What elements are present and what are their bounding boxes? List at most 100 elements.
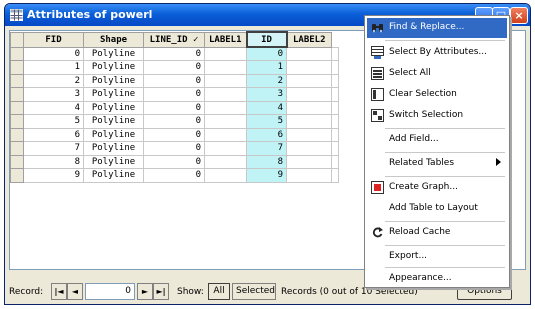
table-cell[interactable]: Polyline (83, 127, 144, 142)
table-cell[interactable]: 1 (23, 60, 84, 75)
column-header-id[interactable]: ID (245, 31, 288, 48)
table-cell[interactable] (204, 114, 247, 129)
table-cell[interactable]: 2 (23, 73, 84, 88)
table-row[interactable]: 2 Polyline 0 2 (10, 73, 339, 88)
table-row[interactable]: 6 Polyline 0 6 (10, 127, 339, 142)
row-selector[interactable] (10, 73, 24, 88)
table-cell[interactable]: 0 (143, 87, 205, 102)
row-selector[interactable] (10, 168, 24, 183)
menu-item-create-graph[interactable]: Create Graph... (367, 178, 507, 198)
row-selector[interactable] (10, 46, 24, 61)
table-cell[interactable]: 0 (143, 73, 205, 88)
table-cell[interactable]: 2 (246, 73, 287, 88)
table-cell[interactable] (286, 73, 332, 88)
menu-item-appearance[interactable]: Appearance... (367, 269, 507, 289)
table-cell[interactable]: 6 (23, 127, 84, 142)
table-cell[interactable] (286, 114, 332, 129)
close-button[interactable]: × (510, 7, 528, 24)
table-cell[interactable]: Polyline (83, 73, 144, 88)
table-cell[interactable]: 6 (246, 127, 287, 142)
menu-item-find-replace[interactable]: Find & Replace... (367, 18, 507, 38)
table-cell[interactable]: 9 (23, 168, 84, 183)
menu-item-select-all[interactable]: Select All (367, 64, 507, 84)
menu-item-add-table-to-layout[interactable]: Add Table to Layout (367, 199, 507, 219)
next-record-button[interactable]: ► (137, 283, 153, 300)
table-cell[interactable] (286, 87, 332, 102)
table-cell[interactable]: 7 (23, 141, 84, 156)
table-cell[interactable] (204, 127, 247, 142)
table-cell[interactable]: Polyline (83, 114, 144, 129)
menu-item-related-tables[interactable]: Related Tables (367, 154, 507, 174)
first-record-button[interactable]: |◄ (51, 283, 67, 300)
last-record-button[interactable]: ►| (153, 283, 169, 300)
column-header-label2[interactable]: LABEL2 (286, 31, 332, 48)
table-cell[interactable]: 5 (23, 114, 84, 129)
table-cell[interactable] (204, 141, 247, 156)
table-cell[interactable]: 7 (246, 141, 287, 156)
table-row[interactable]: 8 Polyline 0 8 (10, 154, 339, 169)
table-cell[interactable]: 0 (143, 60, 205, 75)
table-cell[interactable] (286, 168, 332, 183)
table-cell[interactable]: Polyline (83, 100, 144, 115)
table-cell[interactable]: Polyline (83, 60, 144, 75)
table-cell[interactable] (286, 154, 332, 169)
row-selector[interactable] (10, 141, 24, 156)
table-cell[interactable]: 8 (246, 154, 287, 169)
table-cell[interactable] (286, 100, 332, 115)
table-cell[interactable]: 0 (246, 46, 287, 61)
table-cell[interactable] (204, 87, 247, 102)
table-row[interactable]: 9 Polyline 0 9 (10, 168, 339, 183)
table-cell[interactable]: 0 (143, 168, 205, 183)
table-cell[interactable]: 0 (143, 100, 205, 115)
table-cell[interactable] (204, 60, 247, 75)
table-cell[interactable]: Polyline (83, 141, 144, 156)
table-cell[interactable]: 0 (143, 46, 205, 61)
row-selector[interactable] (10, 100, 24, 115)
table-row[interactable]: 5 Polyline 0 5 (10, 114, 339, 129)
table-cell[interactable]: 0 (143, 114, 205, 129)
table-row[interactable]: 3 Polyline 0 3 (10, 87, 339, 102)
row-selector[interactable] (10, 87, 24, 102)
previous-record-button[interactable]: ◄ (67, 283, 83, 300)
menu-item-switch-selection[interactable]: Switch Selection (367, 106, 507, 126)
table-cell[interactable]: Polyline (83, 154, 144, 169)
table-cell[interactable]: 4 (246, 100, 287, 115)
menu-item-export[interactable]: Export... (367, 247, 507, 267)
table-cell[interactable]: 4 (23, 100, 84, 115)
row-selector[interactable] (10, 60, 24, 75)
menu-item-add-field[interactable]: Add Field... (367, 130, 507, 150)
table-cell[interactable]: Polyline (83, 168, 144, 183)
table-row[interactable]: 0 Polyline 0 0 (10, 46, 339, 61)
table-cell[interactable]: 0 (143, 127, 205, 142)
table-row[interactable]: 1 Polyline 0 1 (10, 60, 339, 75)
column-header-fid[interactable]: FID (23, 31, 84, 48)
table-cell[interactable] (204, 168, 247, 183)
table-cell[interactable] (286, 60, 332, 75)
row-selector-header[interactable] (10, 31, 24, 48)
table-cell[interactable] (204, 73, 247, 88)
menu-item-reload-cache[interactable]: Reload Cache (367, 223, 507, 243)
table-cell[interactable]: Polyline (83, 87, 144, 102)
table-cell[interactable] (286, 141, 332, 156)
row-selector[interactable] (10, 154, 24, 169)
menu-item-clear-selection[interactable]: Clear Selection (367, 85, 507, 105)
table-cell[interactable]: 0 (143, 154, 205, 169)
table-row[interactable]: 4 Polyline 0 4 (10, 100, 339, 115)
show-all-button[interactable]: All (208, 283, 230, 300)
table-cell[interactable]: 0 (143, 141, 205, 156)
row-selector[interactable] (10, 114, 24, 129)
table-cell[interactable]: Polyline (83, 46, 144, 61)
table-cell[interactable]: 0 (23, 46, 84, 61)
table-cell[interactable] (204, 100, 247, 115)
table-cell[interactable]: 3 (23, 87, 84, 102)
table-cell[interactable]: 9 (246, 168, 287, 183)
table-cell[interactable] (286, 46, 332, 61)
column-header-shape[interactable]: Shape (83, 31, 144, 48)
table-row[interactable]: 7 Polyline 0 7 (10, 141, 339, 156)
table-cell[interactable] (204, 154, 247, 169)
table-cell[interactable]: 3 (246, 87, 287, 102)
table-cell[interactable] (204, 46, 247, 61)
table-cell[interactable] (286, 127, 332, 142)
table-cell[interactable]: 8 (23, 154, 84, 169)
record-number-field[interactable]: 0 (85, 283, 135, 300)
